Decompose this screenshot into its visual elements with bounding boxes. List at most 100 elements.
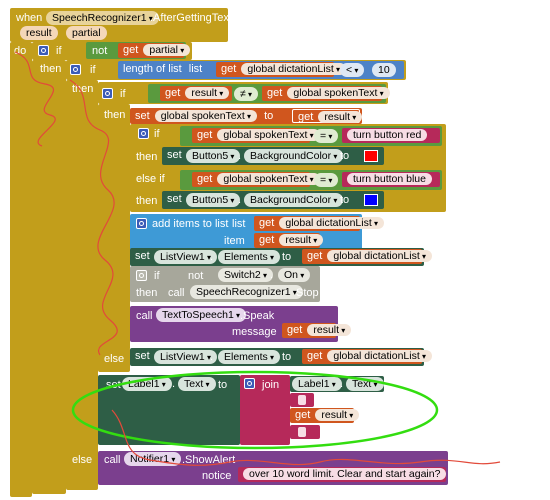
get-result-message[interactable]: get result — [282, 323, 352, 338]
dot-sep: . — [210, 251, 214, 263]
background-color-prop[interactable]: BackgroundColor — [244, 149, 344, 163]
get-keyword: get — [267, 87, 283, 99]
spoken-text-var-blue[interactable]: global spokenText — [217, 173, 320, 185]
notice-text-block[interactable]: over 10 word limit. Clear and start agai… — [238, 467, 447, 482]
to-keyword: to — [282, 351, 292, 363]
set-keyword: set — [135, 350, 150, 362]
then-keyword-outer: then — [40, 63, 62, 75]
mutator-gear-icon-6[interactable] — [136, 270, 147, 281]
param-result[interactable]: result — [20, 26, 58, 40]
get-result-join[interactable]: get result — [290, 408, 360, 423]
then-frame-result — [98, 104, 130, 350]
switch2-component[interactable]: Switch2 — [218, 268, 274, 282]
event-name: .AfterGettingText — [150, 12, 232, 24]
get-dictation-list-2[interactable]: get global dictationList — [254, 216, 384, 231]
speechrecognizer-stop-component[interactable]: SpeechRecognizer1 — [190, 285, 303, 299]
then-keyword-3: then — [104, 109, 126, 121]
tts-component[interactable]: TextToSpeech1 — [156, 308, 247, 322]
text-prop-2[interactable]: Text — [346, 377, 384, 391]
then-keyword-6: then — [136, 287, 158, 299]
mutator-gear-icon-3[interactable] — [102, 88, 113, 99]
text-turn-red[interactable]: turn button red — [342, 128, 440, 143]
event-component-dropdown[interactable]: SpeechRecognizer1 — [46, 11, 159, 25]
get-dictation-list-4[interactable]: get global dictationList — [302, 349, 432, 364]
else-keyword-2: else — [72, 454, 93, 466]
color-blue-swatch[interactable] — [364, 194, 378, 206]
mutator-gear-icon-4[interactable] — [138, 128, 149, 139]
call-keyword: call — [168, 287, 185, 299]
eq-dropdown-red[interactable]: = — [314, 129, 339, 143]
then-keyword-4: then — [136, 151, 158, 163]
elements-prop[interactable]: Elements — [218, 250, 281, 264]
background-color-prop-2[interactable]: BackgroundColor — [244, 193, 344, 207]
result-var[interactable]: result — [185, 87, 230, 99]
empty-text-slot-2[interactable] — [298, 427, 306, 437]
mutator-gear-icon-2[interactable] — [70, 64, 81, 75]
compare-lt-dropdown[interactable]: < — [340, 63, 365, 77]
get-dictation-list[interactable]: get global dictationList — [216, 62, 346, 77]
empty-text-1[interactable] — [290, 393, 314, 407]
elements-prop-2[interactable]: Elements — [218, 350, 281, 364]
dot-sep: . — [210, 351, 214, 363]
button5-component-2[interactable]: Button5 — [186, 193, 241, 207]
if-keyword-5: if — [154, 270, 160, 282]
get-spoken-text-blue[interactable]: get global spokenText — [192, 172, 320, 187]
dictation-list-var-3[interactable]: global dictationList — [327, 250, 432, 262]
result-var-5[interactable]: result — [315, 409, 360, 421]
notice-keyword: notice — [202, 470, 232, 482]
get-spoken-text[interactable]: get global spokenText — [262, 86, 390, 101]
text-prop[interactable]: Text — [178, 377, 216, 391]
spoken-text-var[interactable]: global spokenText — [287, 87, 390, 99]
on-prop[interactable]: On — [278, 268, 311, 282]
dictation-list-var-2[interactable]: global dictationList — [279, 217, 384, 229]
stop-method: Stop — [296, 287, 319, 299]
result-var-4[interactable]: result — [307, 324, 352, 336]
call-keyword-2: call — [136, 310, 153, 322]
mutator-gear-icon-7[interactable] — [244, 378, 255, 389]
if-keyword: if — [56, 45, 62, 57]
neq-dropdown[interactable]: ≠ — [234, 87, 259, 101]
dictation-list-var-4[interactable]: global dictationList — [327, 350, 432, 362]
text-turn-red-value[interactable]: turn button red — [347, 129, 428, 141]
empty-text-slot-1[interactable] — [298, 395, 306, 405]
get-keyword: get — [221, 63, 237, 75]
notice-text[interactable]: over 10 word limit. Clear and start agai… — [243, 468, 447, 480]
get-result-value[interactable]: get result — [292, 109, 363, 123]
do-keyword: do — [14, 45, 27, 57]
get-partial-var[interactable]: partial — [143, 44, 191, 56]
if-keyword-4: if — [154, 128, 160, 140]
speak-method: .Speak — [240, 310, 275, 322]
mutator-gear-icon-5[interactable] — [136, 218, 147, 229]
get-spoken-text-red[interactable]: get global spokenText — [192, 128, 320, 143]
label1-component[interactable]: Label1 — [122, 377, 172, 391]
spoken-text-target[interactable]: global spokenText — [154, 110, 258, 122]
eq-dropdown-blue[interactable]: = — [314, 173, 339, 187]
color-red-swatch[interactable] — [364, 150, 378, 162]
spoken-text-var-red[interactable]: global spokenText — [217, 129, 320, 141]
label1-component-2[interactable]: Label1 — [292, 377, 342, 391]
get-keyword: get — [307, 250, 323, 262]
listview-component-2[interactable]: ListView1 — [154, 350, 217, 364]
notifier-component[interactable]: Notifier1 — [124, 452, 182, 466]
length-of-list-label: length of list — [123, 63, 182, 75]
show-alert-method: .ShowAlert — [182, 454, 236, 466]
param-partial[interactable]: partial — [66, 26, 107, 40]
result-var-2[interactable]: result — [318, 111, 363, 123]
then-keyword-2: then — [72, 83, 94, 95]
result-var-3[interactable]: result — [279, 234, 324, 246]
get-partial-block[interactable]: get partial — [118, 43, 191, 58]
dictation-list-var[interactable]: global dictationList — [241, 63, 346, 75]
get-result-item[interactable]: get result — [254, 233, 324, 248]
get-result-block[interactable]: get result — [160, 86, 232, 101]
button5-component[interactable]: Button5 — [186, 149, 241, 163]
listview-component[interactable]: ListView1 — [154, 250, 217, 264]
empty-text-2[interactable] — [290, 425, 320, 439]
list-label: list — [188, 63, 203, 75]
number-10[interactable]: 10 — [372, 63, 396, 77]
to-keyword: to — [282, 251, 292, 263]
text-turn-blue[interactable]: turn button blue — [342, 172, 440, 187]
text-turn-blue-value[interactable]: turn button blue — [347, 173, 432, 185]
get-keyword: get — [197, 129, 213, 141]
get-dictation-list-3[interactable]: get global dictationList — [302, 249, 432, 264]
mutator-gear-icon[interactable] — [38, 45, 49, 56]
